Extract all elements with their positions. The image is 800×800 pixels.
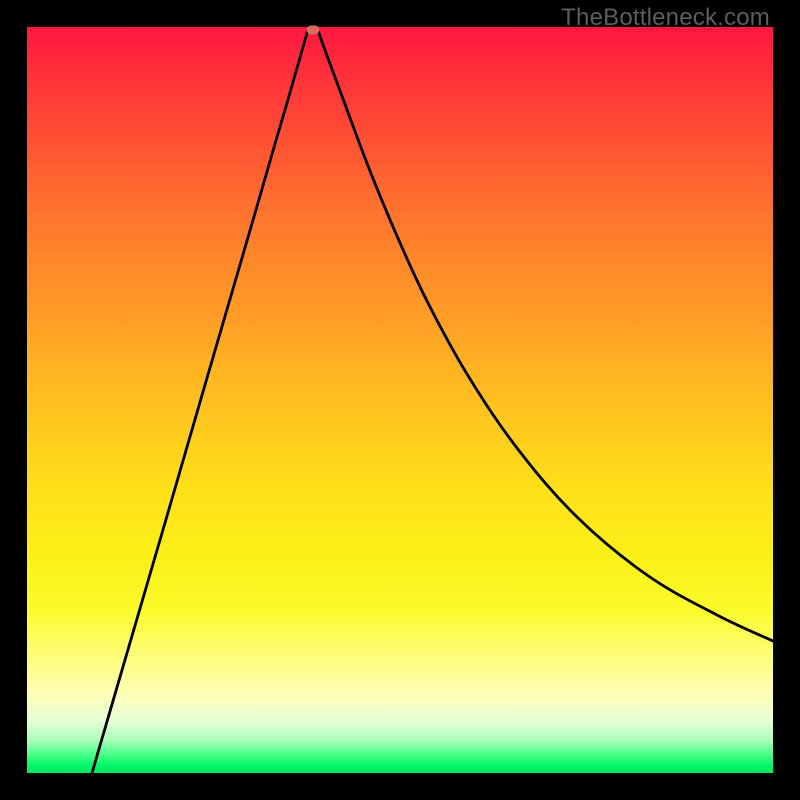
curve-right-branch	[318, 30, 773, 641]
chart-frame	[27, 27, 773, 773]
watermark-text: TheBottleneck.com	[561, 4, 770, 32]
minimum-marker	[307, 26, 320, 35]
bottleneck-curve	[27, 27, 773, 773]
curve-left-branch	[92, 30, 308, 773]
